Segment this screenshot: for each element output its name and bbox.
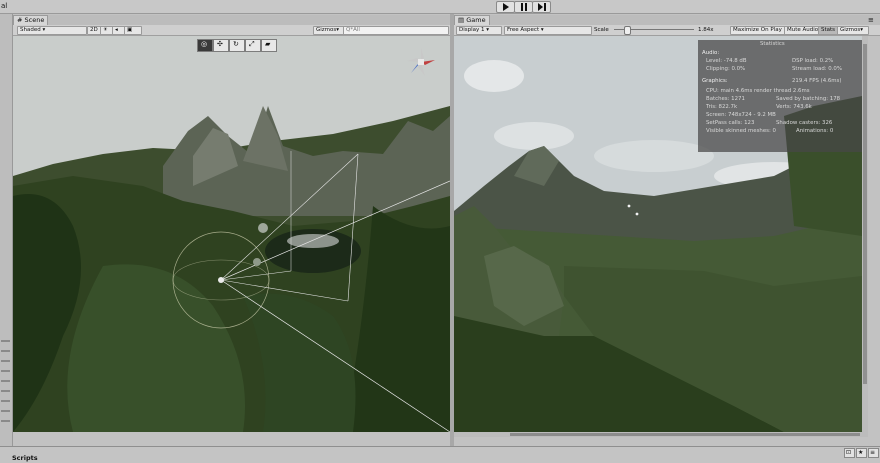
star-icon: ★	[858, 449, 864, 456]
lighting-icon: ☀	[103, 27, 108, 33]
step-button[interactable]	[532, 1, 551, 13]
scale-tool-button[interactable]: ⤢	[245, 39, 261, 52]
aspect-dropdown[interactable]: Free Aspect ▾	[504, 26, 592, 35]
scale-slider[interactable]	[614, 26, 694, 35]
stats-setpass: SetPass calls: 123	[706, 120, 755, 126]
bottom-panel: Scripts ⊡ ★ ≡	[0, 446, 880, 463]
stats-level: Level: -74.8 dB	[706, 58, 747, 64]
stats-screen: Screen: 748x724 - 9.2 MB	[706, 112, 776, 118]
scene-gizmos-dropdown[interactable]: Gizmos▾	[313, 26, 345, 35]
rect-tool-button[interactable]: ▰	[261, 39, 277, 52]
view-tool-button[interactable]: ◎	[197, 39, 213, 52]
left-panel-list	[1, 340, 10, 430]
stats-audio-header: Audio:	[702, 50, 720, 56]
play-icon	[502, 3, 509, 11]
stats-tris: Tris: 822.7k	[706, 104, 738, 110]
scale-label: Scale	[594, 27, 609, 33]
tab-scene[interactable]: # Scene	[13, 15, 49, 25]
pause-icon	[520, 3, 527, 11]
project-folder-label[interactable]: Scripts	[12, 454, 38, 462]
lock-icon: ⊡	[846, 449, 852, 456]
favorite-button[interactable]: ★	[856, 448, 867, 458]
pause-button[interactable]	[514, 1, 533, 13]
scene-viewport[interactable]: ◎ ✣ ↻ ⤢ ▰	[13, 36, 450, 432]
game-vertical-scroll-thumb[interactable]	[863, 44, 867, 384]
scene-render	[13, 36, 450, 432]
statistics-overlay: Statistics Audio: Level: -74.8 dB DSP lo…	[698, 40, 862, 152]
game-tab-bar	[454, 15, 880, 25]
menu-icon: ≡	[870, 449, 876, 456]
game-tab-icon: ▤	[458, 16, 465, 24]
shading-mode-dropdown[interactable]: Shaded ▾	[17, 26, 87, 35]
stats-animations: Animations: 0	[796, 128, 834, 134]
stats-graphics-header: Graphics:	[702, 78, 728, 84]
orientation-gizmo[interactable]	[405, 46, 437, 78]
axis-gizmo-icon	[407, 48, 435, 76]
rect-tool-icon: ▰	[265, 40, 271, 48]
stats-cpu: CPU: main 4.6ms render thread 2.6ms	[706, 88, 810, 94]
scale-value: 1.84x	[698, 27, 714, 33]
play-button[interactable]	[496, 1, 515, 13]
scale-slider-handle[interactable]	[624, 26, 631, 35]
effects-dropdown[interactable]: ▣	[124, 26, 142, 35]
stats-dsp-load: DSP load: 0.2%	[792, 58, 834, 64]
move-tool-icon: ✣	[217, 40, 223, 48]
stats-title: Statistics	[760, 41, 785, 47]
move-tool-button[interactable]: ✣	[213, 39, 229, 52]
tab-game-label: Game	[466, 16, 486, 24]
speaker-icon: ◂	[115, 27, 118, 33]
stats-saved-batching: Saved by batching: 178	[776, 96, 841, 102]
stats-stream-load: Stream load: 0.0%	[792, 66, 842, 72]
rotate-tool-button[interactable]: ↻	[229, 39, 245, 52]
game-horizontal-scrollbar[interactable]	[454, 432, 868, 437]
stats-skinned-meshes: Visible skinned meshes: 0	[706, 128, 776, 134]
tab-game[interactable]: ▤ Game	[454, 15, 490, 25]
stats-batches: Batches: 1271	[706, 96, 745, 102]
stats-shadow-casters: Shadow casters: 326	[776, 120, 833, 126]
game-vertical-scrollbar[interactable]	[862, 36, 868, 432]
window-title: al	[1, 2, 8, 10]
scene-tab-icon: #	[17, 16, 23, 24]
stats-fps: 219.4 FPS (4.6ms)	[792, 78, 842, 84]
lock-button[interactable]: ⊡	[844, 448, 855, 458]
game-control-bar: Display 1 ▾ Free Aspect ▾ Scale 1.84x Ma…	[454, 25, 880, 36]
game-tab-menu-icon[interactable]: ≡	[868, 16, 874, 24]
display-dropdown[interactable]: Display 1 ▾	[456, 26, 502, 35]
tab-scene-label: Scene	[24, 16, 45, 24]
game-horizontal-scroll-thumb[interactable]	[510, 433, 860, 436]
scene-control-bar: Shaded ▾ 2D ☀ ◂ ▣ Gizmos▾ Q*All	[13, 25, 450, 36]
scene-search-input[interactable]: Q*All	[343, 26, 449, 35]
scene-tab-bar	[13, 15, 450, 25]
game-gizmos-dropdown[interactable]: Gizmos▾	[837, 26, 869, 35]
stats-clipping: Clipping: 0.0%	[706, 66, 746, 72]
menu-button[interactable]: ≡	[868, 448, 879, 458]
step-icon	[537, 3, 546, 11]
effects-icon: ▣	[127, 27, 133, 33]
maximize-on-play-toggle[interactable]: Maximize On Play	[730, 26, 788, 35]
rotate-tool-icon: ↻	[233, 40, 239, 48]
view-tool-icon: ◎	[201, 40, 208, 48]
scale-tool-icon: ⤢	[249, 40, 255, 48]
stats-verts: Verts: 743.6k	[776, 104, 812, 110]
mute-audio-toggle[interactable]: Mute Audio	[784, 26, 822, 35]
main-toolbar: al	[0, 0, 880, 14]
